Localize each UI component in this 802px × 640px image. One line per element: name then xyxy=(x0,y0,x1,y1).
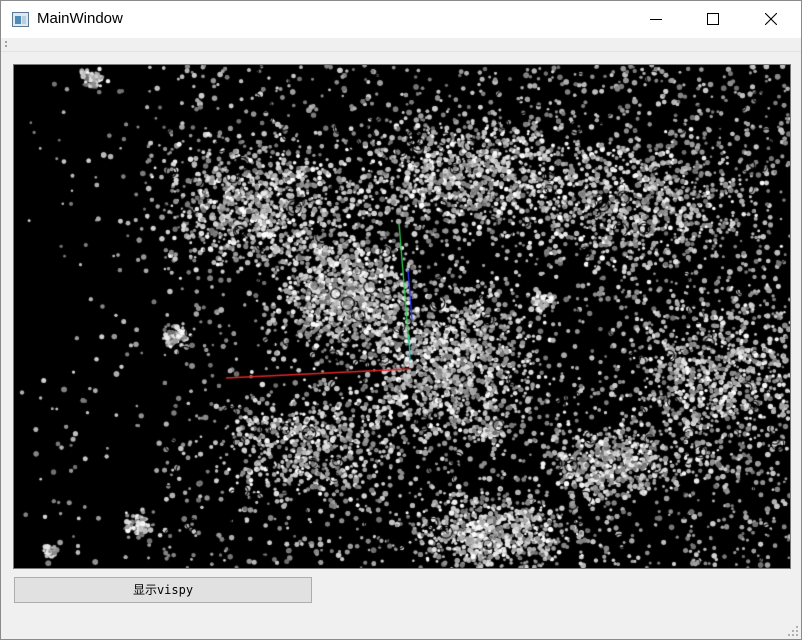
minimize-icon xyxy=(650,19,662,20)
vispy-canvas[interactable] xyxy=(13,64,791,569)
show-vispy-button[interactable]: 显示vispy xyxy=(14,577,312,603)
maximize-button[interactable] xyxy=(690,1,736,38)
title-bar[interactable]: MainWindow xyxy=(1,1,801,38)
close-button[interactable] xyxy=(748,1,794,38)
toolbar-grip-icon[interactable] xyxy=(5,41,8,49)
minimize-button[interactable] xyxy=(633,1,679,38)
toolbar xyxy=(1,38,801,52)
point-cloud-view[interactable] xyxy=(14,65,790,568)
main-window: MainWindow 显示vispy xyxy=(0,0,802,640)
size-grip-icon[interactable] xyxy=(788,626,798,636)
app-window-icon xyxy=(12,12,29,27)
close-icon xyxy=(765,13,777,25)
maximize-icon xyxy=(707,13,719,25)
window-title: MainWindow xyxy=(37,10,123,27)
